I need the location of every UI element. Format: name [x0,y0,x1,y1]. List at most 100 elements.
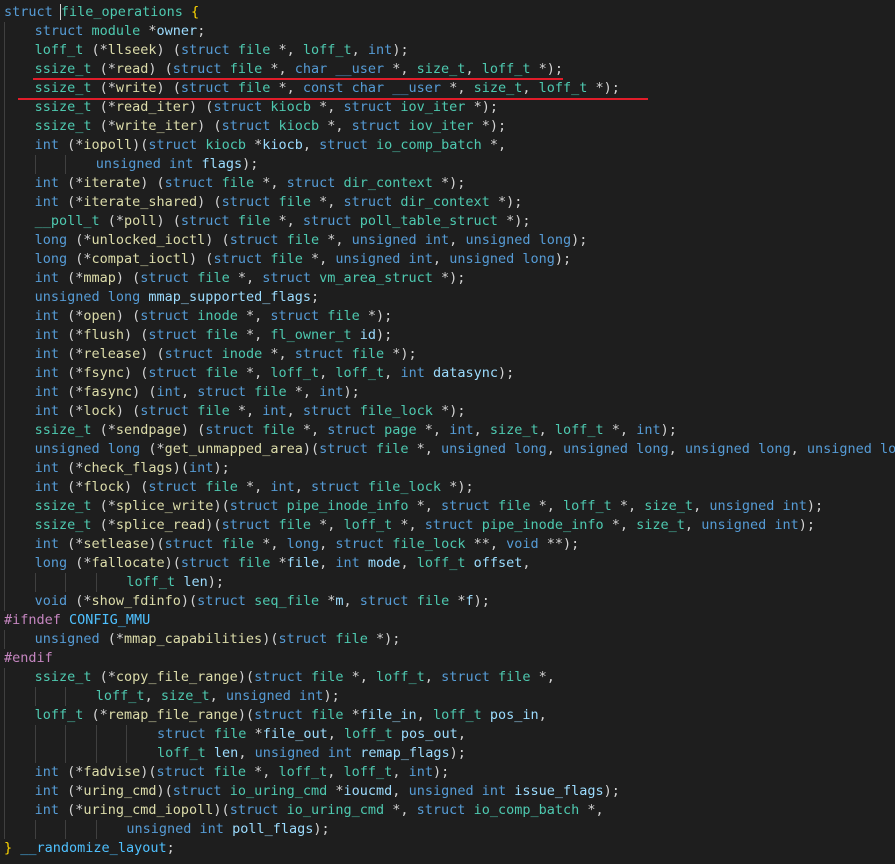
code-token: *, [237,479,271,495]
code-token: int [481,783,507,799]
code-token: (* [91,99,116,115]
code-token: file [197,403,230,419]
code-token: } [4,840,13,856]
code-line[interactable]: #ifndef CONFIG_MMU [0,611,895,630]
code-token: ); [449,745,466,761]
code-token: fasync [83,384,133,400]
code-token: int [189,460,214,476]
code-token: compat_ioctl [91,251,190,267]
code-line[interactable]: unsigned long mmap_supported_flags; [0,288,895,307]
code-token: loff_t [481,61,531,77]
code-token: m [335,593,344,609]
code-token: ); [660,422,677,438]
code-line[interactable]: int (*mmap) (struct file *, struct vm_ar… [0,269,895,288]
code-line[interactable]: int (*lock) (struct file *, int, struct … [0,402,895,421]
code-line[interactable]: loff_t, size_t, unsigned int); [0,687,895,706]
code-token: *, [481,137,507,153]
code-line[interactable]: int (*uring_cmd_iopoll)(struct io_uring_… [0,801,895,820]
code-line[interactable]: ssize_t (*read) (struct file *, char __u… [0,60,895,80]
code-token: , [416,707,433,723]
code-token: ); [432,764,450,780]
code-token: struct [140,308,198,324]
code-token: (* [58,137,84,153]
code-token: kiocb [262,137,303,153]
code-line[interactable]: unsigned long (*get_unmapped_area)(struc… [0,440,895,459]
code-token: ); [242,156,259,172]
code-line[interactable]: int (*release) (struct inode *, struct f… [0,345,895,364]
code-line[interactable]: unsigned (*mmap_capabilities)(struct fil… [0,630,895,649]
code-token: ) ( [156,213,181,229]
code-line[interactable]: ssize_t (*splice_read)(struct file *, lo… [0,516,895,535]
code-line[interactable]: int (*open) (struct inode *, struct file… [0,307,895,326]
code-line[interactable]: unsigned int poll_flags); [0,820,895,839]
code-token: int [335,555,360,571]
code-token: #ifndef [4,612,70,628]
code-line[interactable]: int (*fadvise)(struct file *, loff_t, lo… [0,763,895,782]
code-token: io_comp_batch [473,802,580,818]
code-token: , [392,783,409,799]
code-token: file [221,536,255,552]
code-token: (* [67,555,92,571]
code-line[interactable]: loff_t len, unsigned int remap_flags); [0,744,895,763]
code-line[interactable]: int (*check_flags)(int); [0,459,895,478]
code-token: long [34,251,68,267]
code-token: module [91,23,141,39]
indent-guide [4,497,5,516]
code-token: int [262,403,287,419]
code-line[interactable]: long (*fallocate)(struct file *file, int… [0,554,895,573]
code-line[interactable]: ssize_t (*write_iter) (struct kiocb *, s… [0,117,895,136]
code-line[interactable]: int (*iterate_shared) (struct file *, st… [0,193,895,212]
code-line[interactable]: loff_t (*remap_file_range)(struct file *… [0,706,895,725]
code-line[interactable]: struct file *file_out, loff_t pos_out, [0,725,895,744]
code-line[interactable]: int (*setlease)(struct file *, long, str… [0,535,895,554]
code-text: ssize_t (*write_iter) (struct kiocb *, s… [35,117,506,136]
code-line[interactable]: int (*fsync) (struct file *, loff_t, lof… [0,364,895,383]
code-token: fsync [83,365,125,381]
code-line[interactable]: int (*fasync) (int, struct file *, int); [0,383,895,402]
code-line[interactable]: int (*iopoll)(struct kiocb *kiocb, struc… [0,136,895,155]
code-token: *, [310,99,344,115]
code-token: unsigned [701,517,775,533]
code-line[interactable]: } __randomize_layout; [0,839,895,858]
code-editor[interactable]: struct file_operations {struct module *o… [0,3,895,858]
code-line[interactable]: int (*uring_cmd)(struct io_uring_cmd *io… [0,782,895,801]
code-token: ssize_t [34,422,92,438]
code-line[interactable]: ssize_t (*read_iter) (struct kiocb *, st… [0,98,895,117]
code-token: struct [229,802,287,818]
code-token: size_t [636,517,685,533]
code-token: struct [327,422,385,438]
code-line[interactable]: loff_t (*llseek) (struct file *, loff_t,… [0,41,895,60]
code-line[interactable]: struct module *owner; [0,22,895,41]
code-line[interactable]: int (*iterate) (struct file *, struct di… [0,174,895,193]
code-token: int [199,821,224,837]
indent-guide [4,136,5,155]
code-token: ) ( [156,42,181,58]
code-text: unsigned long mmap_supported_flags; [35,288,320,307]
code-line[interactable]: ssize_t (*copy_file_range)(struct file *… [0,668,895,687]
code-token: int [319,384,344,400]
code-line[interactable]: ssize_t (*sendpage) (struct file *, stru… [0,421,895,440]
code-token: pos_out [400,726,458,742]
code-token: int [34,137,59,153]
code-token: #endif [4,650,53,666]
code-line[interactable]: unsigned int flags); [0,155,895,174]
indent-guide [4,706,5,725]
indent-guide [4,763,5,782]
code-line[interactable]: loff_t len); [0,573,895,592]
code-line[interactable]: long (*unlocked_ioctl) (struct file *, u… [0,231,895,250]
code-line[interactable]: long (*compat_ioctl) (struct file *, uns… [0,250,895,269]
code-line[interactable]: struct file_operations { [0,3,895,22]
code-line[interactable]: ssize_t (*splice_write)(struct pipe_inod… [0,497,895,516]
code-line[interactable]: __poll_t (*poll) (struct file *, struct … [0,212,895,231]
code-line[interactable]: ssize_t (*write) (struct file *, const c… [0,79,895,100]
code-line[interactable]: #endif [0,649,895,668]
code-line[interactable]: int (*flush) (struct file *, fl_owner_t … [0,326,895,345]
code-line[interactable]: void (*show_fdinfo)(struct seq_file *m, … [0,592,895,611]
code-token: ssize_t [34,669,92,685]
code-token: struct [156,764,214,780]
code-token: )( [164,555,181,571]
code-token: read_iter [115,99,190,115]
code-line[interactable]: int (*flock) (struct file *, int, struct… [0,478,895,497]
indent-guide [4,516,5,535]
